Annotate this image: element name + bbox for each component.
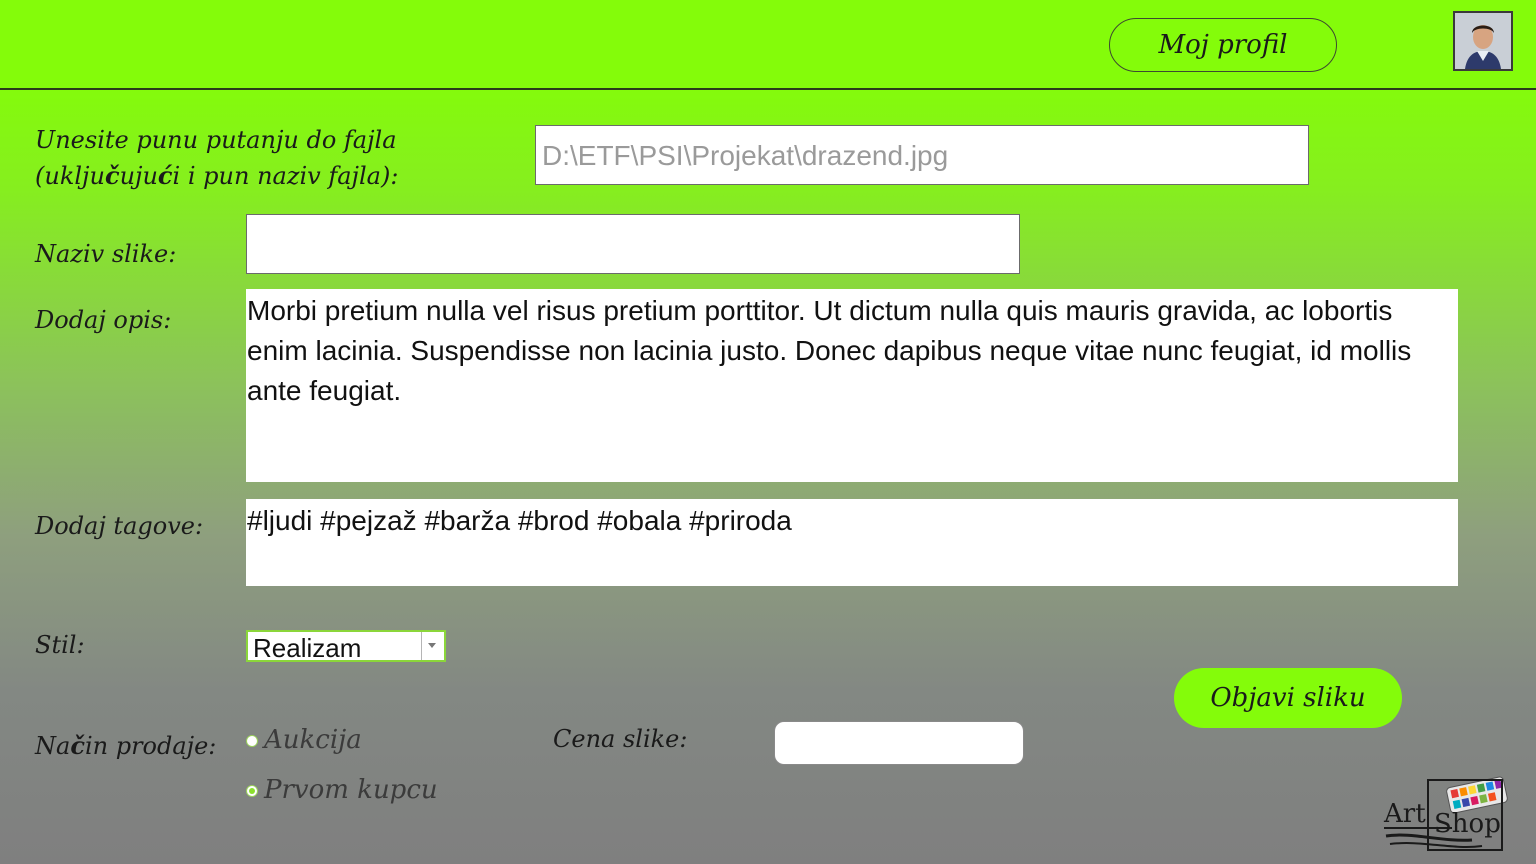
radio-auction-label[interactable]: Aukcija xyxy=(264,722,362,758)
file-path-label-bold: ć xyxy=(157,161,173,190)
header-divider xyxy=(0,88,1536,90)
tags-label: Dodaj tagove: xyxy=(35,512,204,540)
artshop-logo-graphic: Art Shop xyxy=(1383,776,1508,851)
logo-text-shop: Shop xyxy=(1434,809,1501,839)
style-label: Stil: xyxy=(35,631,85,659)
publish-image-button-label: Objavi sliku xyxy=(1210,683,1366,713)
image-name-label: Naziv slike: xyxy=(35,240,177,268)
radio-first-buyer-label[interactable]: Prvom kupcu xyxy=(264,772,438,808)
style-select-toggle[interactable] xyxy=(421,632,444,660)
price-input[interactable] xyxy=(774,721,1024,765)
sale-method-label-bold: č xyxy=(70,731,85,760)
publish-image-button[interactable]: Objavi sliku xyxy=(1174,668,1402,728)
file-path-label-line2: (uključujući i pun naziv fajla): xyxy=(35,158,398,194)
description-label: Dodaj opis: xyxy=(35,306,172,334)
tags-textarea[interactable]: #ljudi #pejzaž #barža #brod #obala #prir… xyxy=(246,499,1458,586)
file-path-input[interactable]: D:\ETF\PSI\Projekat\drazend.jpg xyxy=(535,125,1309,185)
style-select[interactable]: Realizam xyxy=(246,630,446,663)
file-path-label-bold: č xyxy=(104,161,120,190)
my-profile-button[interactable]: Moj profil xyxy=(1109,18,1337,72)
radio-first-buyer[interactable] xyxy=(246,785,258,797)
tags-value: #ljudi #pejzaž #barža #brod #obala #prir… xyxy=(247,505,792,536)
description-value: Morbi pretium nulla vel risus pretium po… xyxy=(247,295,1412,406)
file-path-label-line1: Unesite punu putanju do fajla xyxy=(35,126,397,154)
sale-method-label: Način prodaje: xyxy=(35,728,216,764)
sale-method-label-part: Na xyxy=(35,732,71,760)
price-label: Cena slike: xyxy=(553,725,688,753)
avatar-image xyxy=(1455,13,1511,69)
logo-text-art: Art xyxy=(1383,799,1426,829)
radio-auction[interactable] xyxy=(246,735,258,747)
image-name-input[interactable] xyxy=(246,214,1020,274)
my-profile-button-label: Moj profil xyxy=(1158,30,1288,60)
file-path-label-part: uju xyxy=(119,162,158,190)
sale-method-label-part: in prodaje: xyxy=(84,732,217,760)
file-path-label: Unesite punu putanju do fajla (uključuju… xyxy=(35,122,398,194)
artshop-logo: Art Shop xyxy=(1382,770,1514,856)
file-path-value: D:\ETF\PSI\Projekat\drazend.jpg xyxy=(542,140,949,171)
user-avatar-icon[interactable] xyxy=(1453,11,1513,71)
chevron-down-icon xyxy=(428,643,436,648)
file-path-label-part: i i pun naziv fajla): xyxy=(172,162,399,190)
file-path-label-part: (uklju xyxy=(35,162,105,190)
style-select-value: Realizam xyxy=(253,633,362,663)
description-textarea[interactable]: Morbi pretium nulla vel risus pretium po… xyxy=(246,289,1458,482)
